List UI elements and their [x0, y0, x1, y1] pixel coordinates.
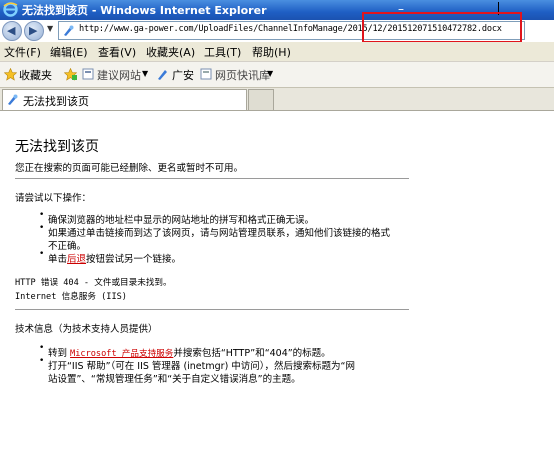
try-item-3-prefix: 单击 [48, 254, 68, 265]
web-slice-gallery-link[interactable]: 网页快讯库 [215, 67, 270, 83]
back-link[interactable]: 后退 [67, 254, 86, 265]
bullet-icon: • [39, 223, 45, 233]
iis-text: Internet 信息服务 (IIS) [15, 292, 127, 302]
page-content: 无法找到该页 您正在搜索的页面可能已经删除、更名或暂时不可用。 请尝试以下操作：… [0, 111, 554, 455]
web-slice-icon [200, 68, 212, 80]
try-item-2: 如果通过单击链接而到达了该网页，请与网站管理员联系，通知他们该链接的格式 [48, 228, 391, 239]
tech-item-2-cont: 站设置”、“常规管理任务”和“关于自定义错误消息”的主题。 [48, 374, 301, 385]
http-error: HTTP 错误 404 - 文件或目录未找到。 [15, 278, 172, 288]
tab-bar: 无法找到该页 [0, 88, 554, 111]
divider [15, 178, 409, 179]
tech-item-2: 打开“IIS 帮助”（可在 IIS 管理器 (inetmgr) 中访问），然后搜… [48, 361, 355, 372]
menu-view[interactable]: 查看(V) [98, 44, 136, 60]
favorites-star-icon [4, 68, 17, 81]
web-slice-dropdown-icon[interactable]: ▼ [267, 69, 273, 78]
try-heading: 请尝试以下操作： [15, 193, 92, 204]
tab-label: 无法找到该页 [23, 95, 89, 108]
bullet-icon: • [39, 356, 45, 366]
forward-arrow-icon: ▶ [29, 24, 38, 37]
divider [15, 309, 409, 310]
bullet-icon: • [39, 249, 45, 259]
history-dropdown-icon[interactable]: ▼ [47, 24, 53, 33]
suggested-sites-icon [82, 68, 94, 80]
bullet-icon: • [39, 210, 45, 220]
forward-button[interactable]: ▶ [24, 21, 44, 41]
back-button[interactable]: ◀ [2, 21, 22, 41]
suggested-sites-dropdown-icon[interactable]: ▼ [142, 69, 148, 78]
menu-bar: 文件(F) 编辑(E) 查看(V) 收藏夹(A) 工具(T) 帮助(H) [0, 42, 554, 62]
internet-explorer-icon [3, 2, 18, 17]
menu-file[interactable]: 文件(F) [4, 44, 41, 60]
back-arrow-icon: ◀ [7, 24, 16, 37]
guangan-page-icon [158, 70, 167, 80]
try-item-3-suffix: 按钮尝试另一个链接。 [86, 254, 182, 265]
suggested-sites-link[interactable]: 建议网站 [97, 67, 141, 83]
try-item-2-cont: 不正确。 [48, 241, 87, 252]
menu-edit[interactable]: 编辑(E) [50, 44, 88, 60]
new-tab-button[interactable] [248, 89, 274, 110]
highlight-box [362, 12, 522, 43]
guangan-link[interactable]: 广安 [172, 67, 194, 83]
menu-tools[interactable]: 工具(T) [204, 44, 241, 60]
favorites-button[interactable]: 收藏夹 [19, 67, 52, 83]
page-title: 无法找到该页 [15, 139, 99, 155]
try-item-1: 确保浏览器的地址栏中显示的网站地址的拼写和格式正确无误。 [48, 215, 315, 226]
window-title: 无法找到该页 - Windows Internet Explorer [22, 4, 267, 17]
tab-page-icon [8, 94, 18, 105]
bullet-icon: • [39, 343, 45, 353]
try-item-3: 单击后退按钮尝试另一个链接。 [48, 251, 181, 265]
intro-text: 您正在搜索的页面可能已经删除、更名或暂时不可用。 [15, 163, 244, 174]
menu-help[interactable]: 帮助(H) [252, 44, 291, 60]
add-favorites-icon[interactable] [64, 68, 77, 81]
page-icon [64, 25, 74, 36]
tech-heading: 技术信息（为技术支持人员提供） [15, 324, 158, 335]
tab-current[interactable]: 无法找到该页 [2, 89, 247, 110]
favorites-bar: 收藏夹 建议网站 ▼ 广安 网页快讯库 ▼ [0, 62, 554, 88]
tech-item-1: 转到 Microsoft 产品支持服务并搜索包括“HTTP”和“404”的标题。 [48, 345, 331, 359]
menu-favorites[interactable]: 收藏夹(A) [146, 44, 195, 60]
